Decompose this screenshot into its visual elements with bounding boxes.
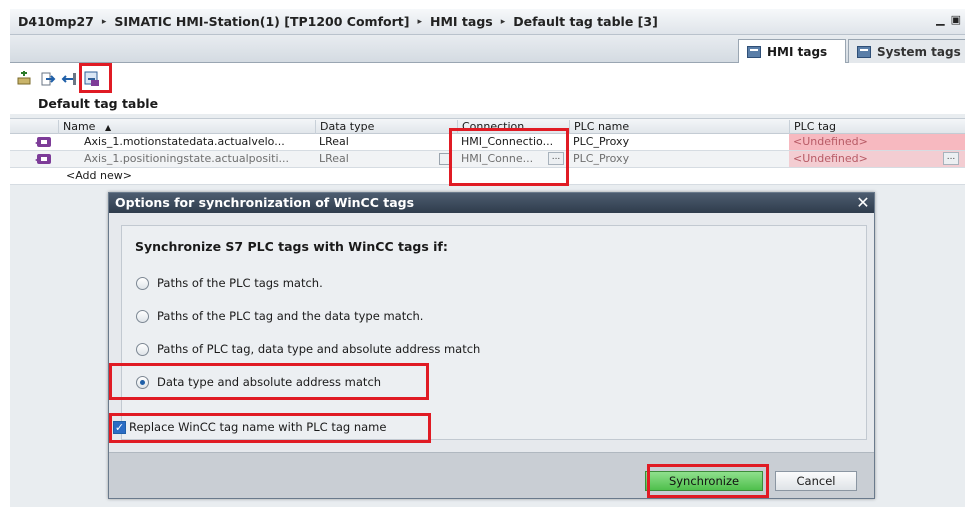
column-header-plc-tag[interactable]: PLC tag [789, 120, 965, 134]
close-icon[interactable]: ✕ [854, 194, 872, 212]
option-label: Paths of the PLC tags match. [157, 276, 323, 290]
radio-button[interactable] [136, 276, 149, 290]
table-title: Default tag table [38, 96, 159, 111]
dialog-title-text: Options for synchronization of WinCC tag… [115, 195, 415, 210]
breadcrumb-separator: ▸ [417, 16, 422, 27]
hmi-tag-icon [35, 137, 51, 147]
breadcrumb-separator: ▸ [500, 16, 506, 27]
tab-hmi-tags[interactable]: HMI tags [738, 39, 846, 63]
cell-data-type[interactable]: LReal [315, 151, 440, 167]
cell-name[interactable]: Axis_1.motionstatedata.actualvelo... [80, 134, 315, 150]
tab-system-tags[interactable]: System tags [848, 39, 965, 63]
option-label: Paths of the PLC tag and the data type m… [157, 309, 424, 323]
cell-plc-name[interactable]: PLC_Proxy [569, 151, 789, 167]
window-controls: ▁ ▣ [936, 13, 961, 26]
column-header-plc-name[interactable]: PLC name [569, 120, 789, 134]
hmi-tag-icon [35, 154, 51, 164]
add-tag-icon[interactable] [15, 70, 33, 88]
option-path-type-address-match[interactable]: Paths of PLC tag, data type and absolute… [136, 342, 480, 356]
cell-data-type[interactable]: LReal [315, 134, 457, 150]
dialog-heading: Synchronize S7 PLC tags with WinCC tags … [135, 239, 448, 254]
cell-plc-tag[interactable]: <Undefined> [789, 151, 965, 167]
tag-table-toolbar [10, 63, 965, 93]
highlight-replace-checkbox [109, 413, 431, 443]
highlight-selected-option [109, 363, 429, 400]
hmi-tags-icon [747, 45, 761, 58]
editor-tab-strip: HMI tags System tags [10, 35, 965, 63]
tab-hmi-tags-label: HMI tags [767, 44, 828, 59]
tab-system-tags-label: System tags [877, 44, 961, 59]
option-plc-tag-paths-match[interactable]: Paths of the PLC tags match. [136, 276, 323, 290]
cell-plc-tag[interactable]: <Undefined> [789, 134, 965, 150]
export-icon[interactable] [39, 70, 57, 88]
column-header-data-type[interactable]: Data type [315, 120, 457, 134]
highlight-synchronize-button [79, 63, 112, 93]
breadcrumb-device[interactable]: SIMATIC HMI-Station(1) [TP1200 Comfort] [114, 14, 409, 29]
column-name-label: Name [63, 120, 96, 133]
breadcrumb-tag-table[interactable]: Default tag table [3] [513, 14, 658, 29]
editor-title-bar: D410mp27 ▸ SIMATIC HMI-Station(1) [TP120… [10, 9, 965, 35]
sync-options-panel: Synchronize S7 PLC tags with WinCC tags … [121, 225, 867, 440]
dialog-title: Options for synchronization of WinCC tag… [109, 193, 874, 213]
sort-ascending-icon: ▲ [104, 123, 112, 132]
add-new-cell[interactable]: <Add new> [62, 168, 162, 184]
cancel-button[interactable]: Cancel [775, 471, 857, 491]
highlight-connection-column [449, 128, 569, 186]
option-label: Paths of PLC tag, data type and absolute… [157, 342, 481, 356]
sync-options-dialog: Options for synchronization of WinCC tag… [108, 192, 875, 499]
radio-button[interactable] [136, 342, 149, 356]
system-tags-icon [857, 45, 871, 58]
breadcrumb-project[interactable]: D410mp27 [18, 14, 94, 29]
cell-plc-name[interactable]: PLC_Proxy [569, 134, 789, 150]
highlight-synchronize-dialog-button [647, 464, 769, 498]
import-icon[interactable] [60, 70, 78, 88]
cell-name[interactable]: Axis_1.positioningstate.actualpositi... [80, 151, 315, 167]
breadcrumb-separator: ▸ [101, 16, 107, 27]
restore-icon[interactable]: ▣ [951, 13, 961, 26]
option-path-and-type-match[interactable]: Paths of the PLC tag and the data type m… [136, 309, 423, 323]
column-header-name[interactable]: Name ▲ [58, 120, 324, 134]
breadcrumb-hmi-tags[interactable]: HMI tags [430, 14, 493, 29]
minimize-icon[interactable]: ▁ [936, 13, 944, 26]
radio-button[interactable] [136, 309, 149, 323]
plc-tag-browse-button[interactable]: ... [943, 152, 959, 165]
